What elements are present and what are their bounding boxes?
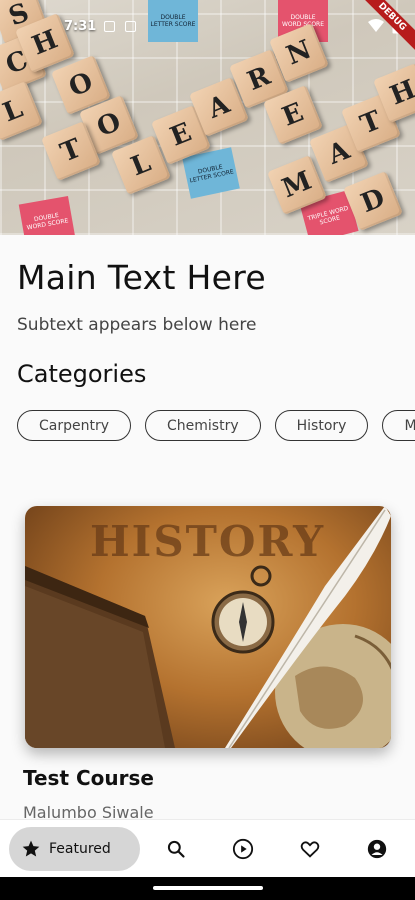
notification-icon xyxy=(104,20,116,32)
account-icon xyxy=(367,839,387,859)
category-chip-carpentry[interactable]: Carpentry xyxy=(17,410,132,441)
page-subtext: Subtext appears below here xyxy=(17,315,257,335)
play-circle-icon xyxy=(232,838,254,860)
nav-account-button[interactable] xyxy=(365,837,389,861)
course-title[interactable]: Test Course xyxy=(23,766,154,790)
history-image-text: HISTORY xyxy=(90,517,325,566)
category-chip-list[interactable]: Carpentry Chemistry History M xyxy=(17,410,415,442)
status-bar: 7:31 xyxy=(0,0,415,52)
nav-favorites-button[interactable] xyxy=(298,837,322,861)
nav-featured-label: Featured xyxy=(49,841,111,857)
star-icon xyxy=(22,840,40,857)
heart-icon xyxy=(300,841,320,858)
hero-image: DOUBLE LETTER SCORE DOUBLE WORD SCORE DO… xyxy=(0,0,415,235)
category-chip-chemistry[interactable]: Chemistry xyxy=(145,410,261,441)
nav-search-button[interactable] xyxy=(164,837,188,861)
bottom-navigation: Featured xyxy=(0,819,415,877)
notification-icons xyxy=(104,20,137,32)
category-chip-history[interactable]: History xyxy=(274,410,369,441)
wifi-icon xyxy=(368,19,384,32)
notification-icon xyxy=(125,20,137,32)
page-title: Main Text Here xyxy=(17,258,266,297)
history-illustration: HISTORY xyxy=(25,506,391,748)
nav-featured-button[interactable]: Featured xyxy=(9,827,140,871)
category-chip-more[interactable]: M xyxy=(382,410,415,441)
gesture-handle[interactable] xyxy=(153,886,263,890)
categories-heading: Categories xyxy=(17,360,147,388)
search-icon xyxy=(167,840,185,858)
system-gesture-area xyxy=(0,877,415,900)
book-illustration xyxy=(25,566,175,748)
course-thumbnail[interactable]: HISTORY xyxy=(25,506,391,748)
compass-illustration xyxy=(211,565,275,654)
nav-play-button[interactable] xyxy=(231,837,255,861)
status-time: 7:31 xyxy=(64,18,97,34)
